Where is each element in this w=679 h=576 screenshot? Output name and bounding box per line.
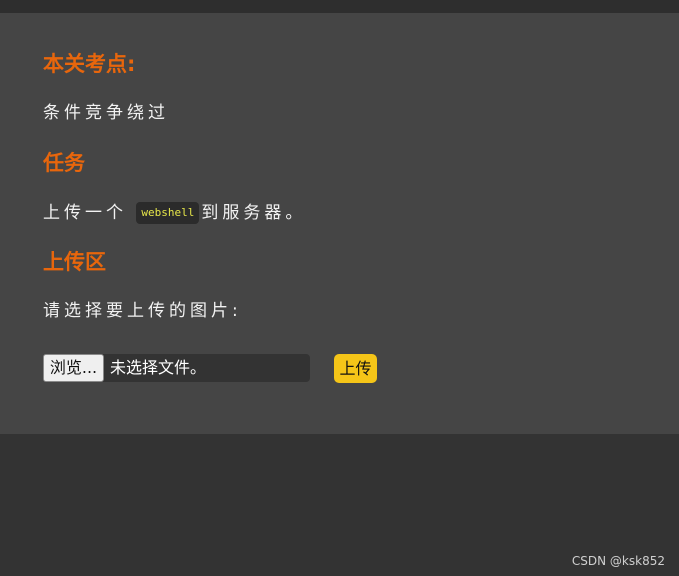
watermark: CSDN @ksk852 — [571, 554, 665, 568]
upload-area-heading: 上传区 — [43, 250, 106, 274]
upload-prompt: 请选择要上传的图片: — [43, 301, 242, 321]
key-point-text: 条件竞争绕过 — [43, 103, 169, 123]
file-status-text: 未选择文件。 — [110, 358, 207, 377]
key-point-heading: 本关考点: — [43, 52, 136, 76]
task-text-after: 到服务器。 — [201, 203, 307, 223]
task-heading: 任务 — [43, 151, 85, 175]
upload-button[interactable]: 上传 — [334, 354, 377, 383]
top-bar — [0, 0, 679, 13]
task-text-before: 上传一个 — [43, 203, 127, 223]
webshell-code: webshell — [136, 202, 200, 224]
task-text: 上传一个 webshell 到服务器。 — [43, 202, 306, 224]
file-input[interactable]: 浏览... 未选择文件。 — [43, 354, 310, 382]
browse-button[interactable]: 浏览... — [43, 354, 104, 382]
